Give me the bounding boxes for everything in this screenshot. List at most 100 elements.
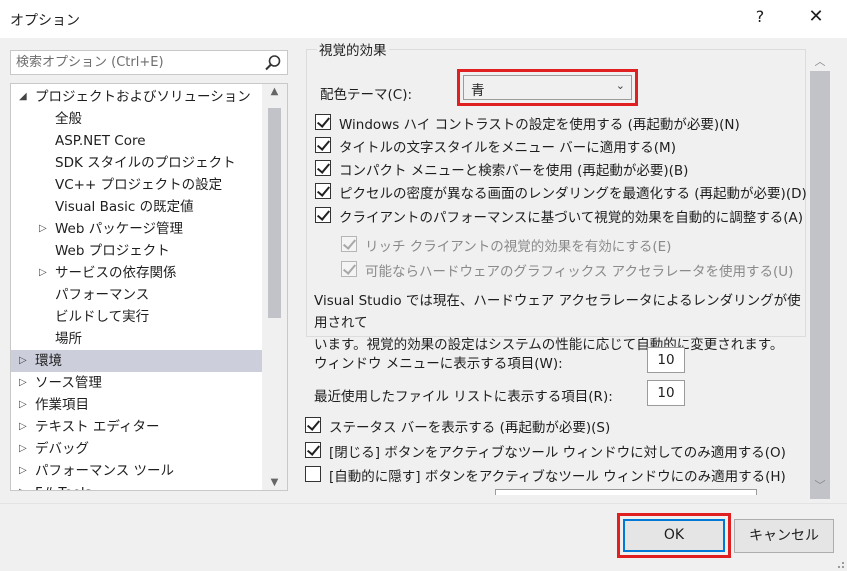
collapsed-arrow-icon[interactable]: ▷	[19, 394, 31, 416]
tree-item[interactable]: SDK スタイルのプロジェクト	[11, 152, 263, 174]
tree-item[interactable]: VC++ プロジェクトの設定	[11, 174, 263, 196]
tree-item-label: 環境	[35, 353, 62, 369]
tree-item-label: ソース管理	[35, 375, 102, 391]
tree-item[interactable]: ▷ サービスの依存関係	[11, 262, 263, 284]
checkbox[interactable]	[315, 114, 331, 130]
ok-highlight: OK	[617, 513, 731, 558]
tree-item-label: ビルドして実行	[55, 309, 150, 325]
tree-item-label: VC++ プロジェクトの設定	[55, 177, 223, 193]
checkbox[interactable]	[315, 207, 331, 223]
checkbox-label: Windows ハイ コントラストの設定を使用する (再起動が必要)(N)	[339, 117, 740, 133]
chevron-down-icon: ⌄	[615, 79, 625, 92]
theme-label: 配色テーマ(C):	[320, 87, 413, 103]
tree-item[interactable]: ▷ ソース管理	[11, 372, 263, 394]
search-box	[10, 50, 288, 75]
options-scroll-thumb[interactable]	[810, 71, 830, 499]
collapsed-arrow-icon[interactable]: ▷	[19, 460, 31, 482]
search-input[interactable]	[11, 51, 251, 73]
tree-item-label: デバッグ	[35, 441, 89, 457]
group-title: 視覚的効果	[317, 39, 389, 59]
window-title: オプション	[10, 13, 80, 29]
checkbox-label: クライアントのパフォーマンスに基づいて視覚的効果を自動的に調整する(A)	[339, 210, 804, 226]
tree-item-label: Web プロジェクト	[55, 243, 170, 259]
cancel-button[interactable]: キャンセル	[734, 519, 834, 553]
tree-item-label: 全般	[55, 111, 82, 127]
collapsed-arrow-icon[interactable]: ▷	[19, 350, 31, 372]
tree-item[interactable]: 場所	[11, 328, 263, 350]
tree-item-label: プロジェクトおよびソリューション	[35, 89, 251, 105]
chevron-down-icon[interactable]: ﹀	[808, 477, 832, 493]
checkbox[interactable]	[305, 417, 321, 433]
tree-item-label: サービスの依存関係	[55, 265, 177, 281]
options-scrollbar[interactable]: ︿ ﹀	[808, 49, 832, 499]
checkbox-label: ステータス バーを表示する (再起動が必要)(S)	[329, 420, 611, 436]
tree-item[interactable]: Visual Basic の既定値	[11, 196, 263, 218]
tree-item-label: パフォーマンス ツール	[35, 463, 175, 479]
title-bar: オプション ? ✕	[0, 0, 847, 38]
recent-files-label: 最近使用したファイル リストに表示する項目(R):	[314, 389, 613, 405]
window-menu-count-input[interactable]: 10	[647, 347, 685, 373]
checkbox-label: [閉じる] ボタンをアクティブなツール ウィンドウに対してのみ適用する(O)	[329, 445, 786, 461]
tree-item-label: 作業項目	[35, 397, 89, 413]
collapsed-arrow-icon[interactable]: ▷	[19, 416, 31, 438]
tree-item[interactable]: ASP.NET Core	[11, 130, 263, 152]
tree-item-label: Visual Basic の既定値	[55, 199, 194, 215]
recent-files-count-input[interactable]: 10	[647, 380, 685, 406]
info-line: Visual Studio では現在、ハードウェア アクセラレータによるレンダリ…	[314, 293, 801, 331]
expanded-arrow-icon[interactable]: ◢	[19, 86, 31, 108]
window-menu-label: ウィンドウ メニューに表示する項目(W):	[314, 356, 563, 372]
tree-item[interactable]: ▷ パフォーマンス ツール	[11, 460, 263, 482]
help-button[interactable]: ?	[752, 7, 768, 26]
tree-item-label: 場所	[55, 331, 82, 347]
tree-item-label: Web パッケージ管理	[55, 221, 183, 237]
tree-item[interactable]: ▷ F# Tools	[11, 482, 263, 490]
tree-item[interactable]: ▷ 作業項目	[11, 394, 263, 416]
partial-control	[495, 489, 757, 495]
tree-item[interactable]: ▷ Web パッケージ管理	[11, 218, 263, 240]
tree-list: ◢ プロジェクトおよびソリューション全般 ASP.NET Core SDK スタイルの…	[11, 86, 263, 490]
tree-item-label: パフォーマンス	[55, 287, 150, 303]
tree-item[interactable]: ▷ 環境	[11, 350, 263, 372]
collapsed-arrow-icon[interactable]: ▷	[19, 372, 31, 394]
tree-scroll-thumb[interactable]	[268, 108, 281, 318]
tree-scrollbar[interactable]: ▲ ▼	[262, 84, 287, 490]
scroll-up-icon[interactable]: ▲	[262, 86, 287, 97]
tree-item[interactable]: ▷ デバッグ	[11, 438, 263, 460]
tree-item-label: テキスト エディター	[35, 419, 160, 435]
checkbox-label: タイトルの文字スタイルをメニュー バーに適用する(M)	[339, 140, 676, 156]
collapsed-arrow-icon[interactable]: ▷	[39, 262, 51, 284]
resize-grip-icon[interactable]	[833, 557, 845, 569]
checkbox-label: コンパクト メニューと検索バーを使用 (再起動が必要)(B)	[339, 163, 689, 179]
theme-value: 青	[471, 83, 485, 99]
chevron-up-icon[interactable]: ︿	[808, 53, 832, 69]
tree-item[interactable]: ◢ プロジェクトおよびソリューション	[11, 86, 263, 108]
theme-dropdown[interactable]: 青 ⌄	[463, 75, 632, 100]
hardware-info-text: Visual Studio では現在、ハードウェア アクセラレータによるレンダリ…	[314, 290, 804, 356]
tree-item-label: F# Tools	[35, 482, 92, 490]
tree-item[interactable]: Web プロジェクト	[11, 240, 263, 262]
checkbox[interactable]	[315, 160, 331, 176]
checkbox[interactable]	[305, 442, 321, 458]
tree-item[interactable]: ▷ テキスト エディター	[11, 416, 263, 438]
tree-item[interactable]: 全般	[11, 108, 263, 130]
checkbox[interactable]	[315, 183, 331, 199]
collapsed-arrow-icon[interactable]: ▷	[39, 218, 51, 240]
options-tree: ◢ プロジェクトおよびソリューション全般 ASP.NET Core SDK スタイルの…	[10, 83, 288, 491]
checkbox[interactable]	[305, 466, 321, 482]
checkbox[interactable]	[315, 137, 331, 153]
scroll-down-icon[interactable]: ▼	[262, 477, 287, 488]
tree-item[interactable]: ビルドして実行	[11, 306, 263, 328]
checkbox-label: [自動的に隠す] ボタンをアクティブなツール ウィンドウにのみ適用する(H)	[329, 469, 786, 485]
checkbox	[341, 236, 357, 252]
close-button[interactable]: ✕	[798, 6, 834, 27]
checkbox-label: ピクセルの密度が異なる画面のレンダリングを最適化する (再起動が必要)(D)	[339, 186, 807, 202]
tree-item[interactable]: パフォーマンス	[11, 284, 263, 306]
collapsed-arrow-icon[interactable]: ▷	[19, 482, 31, 490]
tree-item-label: ASP.NET Core	[55, 133, 146, 149]
checkbox	[341, 261, 357, 277]
tree-item-label: SDK スタイルのプロジェクト	[55, 155, 236, 171]
ok-button[interactable]: OK	[623, 519, 725, 552]
collapsed-arrow-icon[interactable]: ▷	[19, 438, 31, 460]
search-icon[interactable]	[264, 54, 282, 72]
checkbox-label: 可能ならハードウェアのグラフィックス アクセラレータを使用する(U)	[365, 264, 794, 280]
